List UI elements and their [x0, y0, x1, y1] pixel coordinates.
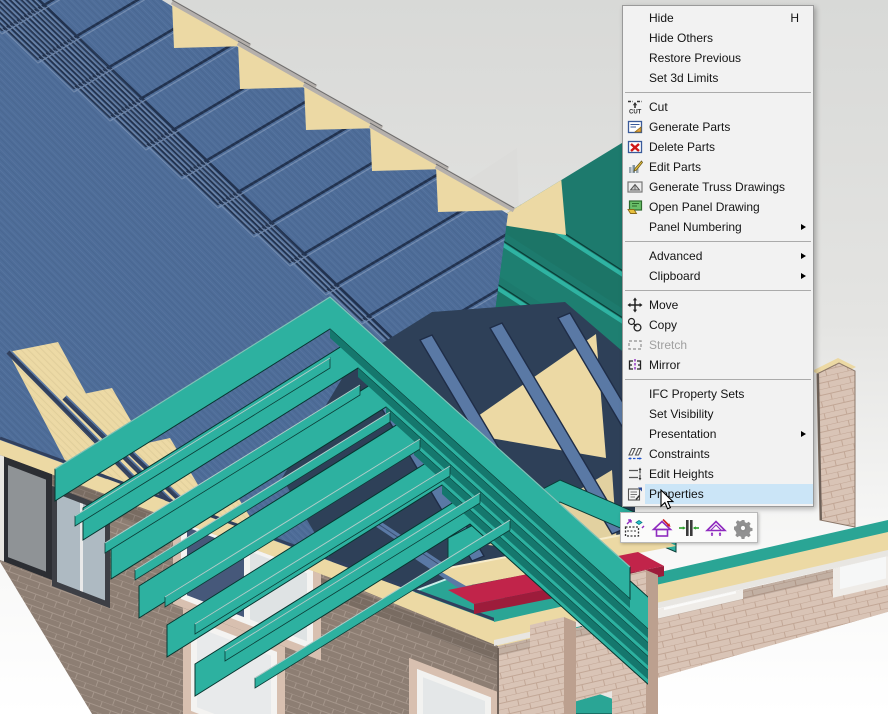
menu-item-label: Delete Parts	[649, 140, 715, 154]
submenu-arrow-icon	[801, 273, 806, 279]
menu-item-label: Panel Numbering	[649, 220, 742, 234]
mini-toolbar	[620, 512, 758, 543]
wall-spacing-button[interactable]	[676, 515, 702, 541]
menu-separator	[625, 92, 811, 93]
menu-item-advanced[interactable]: Advanced	[623, 246, 813, 266]
menu-item-label: Constraints	[649, 447, 710, 461]
menu-separator	[625, 241, 811, 242]
menu-item-label: Generate Truss Drawings	[649, 180, 785, 194]
settings-gear-icon	[731, 516, 755, 540]
panel-edit-icon	[623, 516, 647, 540]
menu-item-label: Hide Others	[649, 31, 713, 45]
menu-item-label: Edit Parts	[649, 160, 701, 174]
cut-icon: CUT	[627, 99, 643, 115]
menu-item-label: Cut	[649, 100, 668, 114]
settings-button[interactable]	[730, 515, 756, 541]
menu-item-cut[interactable]: CUT Cut	[623, 97, 813, 117]
panel-edit-button[interactable]	[622, 515, 648, 541]
properties-icon	[627, 486, 643, 502]
menu-item-mirror[interactable]: Mirror	[623, 355, 813, 375]
menu-item-copy[interactable]: Copy	[623, 315, 813, 335]
menu-item-label: Set 3d Limits	[649, 71, 718, 85]
menu-item-label: Copy	[649, 318, 677, 332]
roof-tool-button[interactable]	[649, 515, 675, 541]
menu-item-label: Clipboard	[649, 269, 700, 283]
open-panel-drawing-icon	[627, 199, 643, 215]
submenu-arrow-icon	[801, 224, 806, 230]
menu-separator	[625, 379, 811, 380]
menu-item-presentation[interactable]: Presentation	[623, 424, 813, 444]
menu-item-edit-heights[interactable]: Edit Heights	[623, 464, 813, 484]
menu-item-restore-previous[interactable]: Restore Previous	[623, 48, 813, 68]
edit-parts-icon	[627, 159, 643, 175]
menu-item-label: Open Panel Drawing	[649, 200, 760, 214]
menu-item-shortcut: H	[790, 11, 803, 25]
menu-separator	[625, 290, 811, 291]
menu-item-set-visibility[interactable]: Set Visibility	[623, 404, 813, 424]
menu-item-set-3d-limits[interactable]: Set 3d Limits	[623, 68, 813, 88]
menu-item-open-panel-drawing[interactable]: Open Panel Drawing	[623, 197, 813, 217]
generate-truss-drawings-icon	[627, 179, 643, 195]
menu-item-label: Set Visibility	[649, 407, 713, 421]
svg-text:CUT: CUT	[629, 110, 642, 116]
menu-item-label: Properties	[649, 487, 704, 501]
menu-item-delete-parts[interactable]: Delete Parts	[623, 137, 813, 157]
menu-item-label: Generate Parts	[649, 120, 730, 134]
menu-item-label: Edit Heights	[649, 467, 714, 481]
copy-icon	[627, 317, 643, 333]
menu-item-panel-numbering[interactable]: Panel Numbering	[623, 217, 813, 237]
menu-item-generate-truss-drawings[interactable]: Generate Truss Drawings	[623, 177, 813, 197]
submenu-arrow-icon	[801, 253, 806, 259]
truss-tool-icon	[704, 516, 728, 540]
menu-item-move[interactable]: Move	[623, 295, 813, 315]
menu-item-label: Mirror	[649, 358, 680, 372]
menu-item-ifc-property-sets[interactable]: IFC Property Sets	[623, 384, 813, 404]
roof-tool-icon	[650, 516, 674, 540]
menu-item-stretch[interactable]: Stretch	[623, 335, 813, 355]
menu-item-label: Advanced	[649, 249, 702, 263]
menu-item-label: Restore Previous	[649, 51, 741, 65]
menu-item-constraints[interactable]: Constraints	[623, 444, 813, 464]
constraints-icon	[627, 446, 643, 462]
menu-item-edit-parts[interactable]: Edit Parts	[623, 157, 813, 177]
delete-parts-icon	[627, 139, 643, 155]
truss-tool-button[interactable]	[703, 515, 729, 541]
wall-spacing-icon	[677, 516, 701, 540]
menu-item-hide[interactable]: Hide H	[623, 8, 813, 28]
move-icon	[627, 297, 643, 313]
submenu-arrow-icon	[801, 431, 806, 437]
generate-parts-icon	[627, 119, 643, 135]
app-window: Hide H Hide Others Restore Previous Set …	[0, 0, 888, 714]
mirror-icon	[627, 357, 643, 373]
menu-item-hide-others[interactable]: Hide Others	[623, 28, 813, 48]
menu-item-generate-parts[interactable]: Generate Parts	[623, 117, 813, 137]
menu-item-label: Presentation	[649, 427, 716, 441]
porch-column	[530, 617, 576, 714]
menu-item-label: Hide	[649, 11, 674, 25]
menu-item-clipboard[interactable]: Clipboard	[623, 266, 813, 286]
edit-heights-icon	[627, 466, 643, 482]
menu-item-label: Move	[649, 298, 678, 312]
menu-item-properties[interactable]: Properties	[623, 484, 813, 504]
stretch-icon	[627, 337, 643, 353]
context-menu: Hide H Hide Others Restore Previous Set …	[622, 5, 814, 507]
menu-item-label: IFC Property Sets	[649, 387, 744, 401]
menu-item-label: Stretch	[649, 338, 687, 352]
